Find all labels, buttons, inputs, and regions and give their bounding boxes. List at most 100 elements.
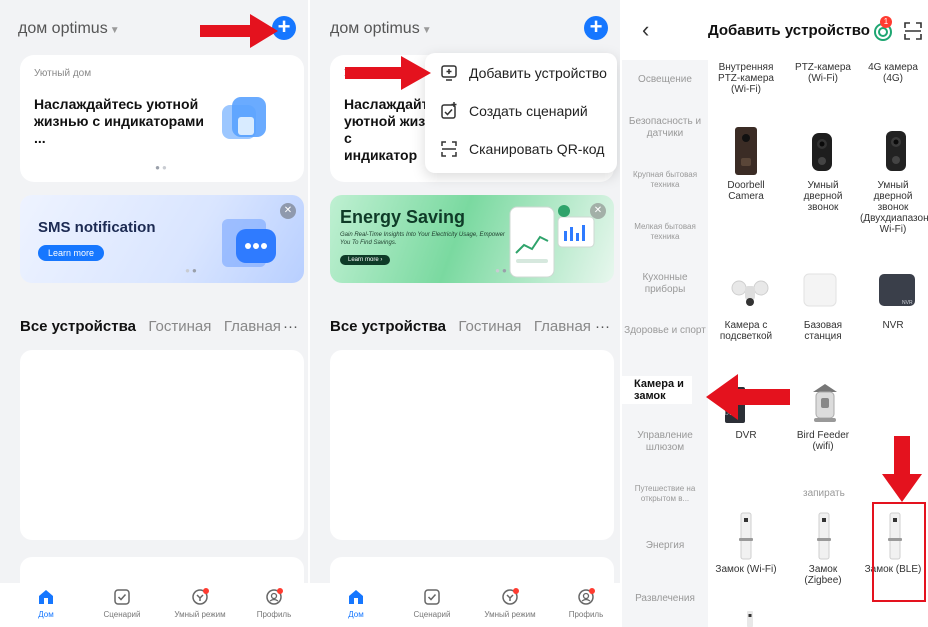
nvr-tag: NVR (902, 300, 913, 306)
back-chevron-icon[interactable]: ‹ (642, 17, 649, 43)
scan-qr-icon[interactable] (902, 20, 924, 42)
category-small-appliances[interactable]: Мелкая бытовая техника (622, 222, 708, 242)
tab-main[interactable]: Главная (224, 318, 281, 335)
nav-label: Дом (348, 610, 364, 619)
tab-living-room[interactable]: Гостиная (458, 318, 521, 335)
bottom-nav: Дом Сценарий Умный режим Профиль (310, 583, 620, 627)
home-selector[interactable]: дом optimus ▼ (18, 20, 120, 38)
category-camera-lock[interactable]: Камера и замок (622, 376, 692, 404)
menu-item-scan-qr[interactable]: Сканировать QR-код (439, 137, 609, 165)
device-base-station[interactable]: Базовая станция (790, 320, 856, 342)
carousel-dots: ●● (155, 163, 169, 172)
sms-banner-title: SMS notification (38, 219, 156, 236)
nav-home[interactable]: Дом (318, 587, 394, 619)
lock-zigbee-image-icon (817, 512, 831, 560)
close-icon[interactable]: ✕ (590, 203, 606, 219)
sms-banner[interactable]: SMS notification Learn more ✕ ●● (20, 195, 304, 283)
device-4g-camera[interactable]: 4G камера (4G) (860, 62, 926, 84)
caret-down-icon: ▼ (421, 25, 432, 36)
device-smart-doorbell-dualband[interactable]: Умный дверной звонок (Двухдиапазонный Wi… (860, 180, 928, 235)
create-scene-icon (441, 102, 457, 119)
scan-icon (441, 141, 457, 157)
nav-profile[interactable]: Профиль (548, 587, 620, 619)
device-list-area (330, 350, 614, 540)
red-arrow-left-icon (706, 374, 790, 420)
nav-smart[interactable]: Умный режим (472, 587, 548, 619)
cozy-home-card[interactable]: Уютный дом Наслаждайтесь уютной жизнью с… (20, 55, 304, 182)
menu-item-add-device[interactable]: Добавить устройство (439, 61, 609, 89)
device-lock-wifi[interactable]: Замок (Wi-Fi) (713, 564, 779, 575)
device-floodlight-camera[interactable]: Камера с подсветкой (713, 320, 779, 342)
tab-main[interactable]: Главная (534, 318, 591, 335)
device-nvr[interactable]: NVR (860, 320, 926, 331)
tab-living-room[interactable]: Гостиная (148, 318, 211, 335)
energy-banner-subtitle: Gain Real-Time Insights Into Your Electr… (340, 232, 505, 246)
lock-section-label: запирать (803, 488, 845, 499)
caret-down-icon: ▼ (109, 25, 120, 36)
doorbell-camera-image-icon (735, 127, 757, 175)
top-bar: дом optimus ▼ + (330, 16, 608, 44)
more-icon[interactable]: ··· (595, 318, 610, 335)
menu-item-label: Создать сценарий (469, 103, 588, 119)
energy-saving-banner[interactable]: Energy Saving Gain Real-Time Insights In… (330, 195, 614, 283)
device-smart-doorbell[interactable]: Умный дверной звонок (790, 180, 856, 213)
more-icon[interactable]: ··· (283, 318, 298, 335)
learn-more-button[interactable]: Learn more › (340, 255, 391, 265)
room-tabs: Все устройства Гостиная Главная ··· (20, 318, 302, 340)
profile-icon (578, 588, 595, 605)
device-doorbell-camera[interactable]: Doorbell Camera (713, 180, 779, 202)
learn-more-button[interactable]: Learn more (38, 245, 105, 261)
home-screen-menu-panel: дом optimus▼ + У Наслаждайт уютной жиз с… (310, 0, 620, 627)
nav-scenes[interactable]: Сценарий (394, 587, 470, 619)
room-tabs: Все устройства Гостиная Главная ··· (330, 318, 614, 340)
add-button[interactable]: + (584, 16, 608, 40)
tab-all-devices[interactable]: Все устройства (330, 318, 446, 335)
device-indoor-ptz-camera[interactable]: Внутренняя PTZ-камера (Wi-Fi) (713, 62, 779, 95)
red-arrow-down-icon (882, 436, 922, 502)
add-device-icon (441, 65, 457, 81)
home-name: дом optimus (18, 20, 108, 37)
category-lighting[interactable]: Освещение (622, 74, 708, 86)
profile-icon (266, 588, 283, 605)
device-dvr[interactable]: DVR (713, 430, 779, 441)
category-entertainment[interactable]: Развлечения (622, 593, 708, 605)
tab-all-devices[interactable]: Все устройства (20, 318, 136, 335)
nav-label: Умный режим (174, 610, 226, 619)
device-lock-zigbee[interactable]: Замок (Zigbee) (790, 564, 856, 586)
home-selector[interactable]: дом optimus ▼ (330, 20, 432, 38)
category-security[interactable]: Безопасность и датчики (622, 116, 708, 140)
floodlight-camera-image-icon (731, 280, 769, 306)
close-icon[interactable]: ✕ (280, 203, 296, 219)
smart-mode-icon (502, 588, 519, 605)
device-ptz-camera[interactable]: PTZ-камера (Wi-Fi) (790, 62, 856, 84)
add-menu-popup: Добавить устройство Создать сценарий Ска… (425, 53, 617, 173)
category-outdoor[interactable]: Путешествие на открытом в... (622, 484, 708, 504)
menu-item-create-scene[interactable]: Создать сценарий (439, 99, 609, 127)
device-bird-feeder[interactable]: Bird Feeder (wifi) (790, 430, 856, 452)
cozy-card-label: Уютный дом (34, 68, 92, 79)
home-screen-panel: дом optimus ▼ + Уютный дом Наслаждайтесь … (0, 0, 308, 627)
nav-scenes[interactable]: Сценарий (84, 587, 160, 619)
smart-doorbell-dualband-image-icon (886, 131, 906, 171)
category-kitchen[interactable]: Кухонные приборы (622, 272, 708, 296)
category-sidebar: Освещение Безопасность и датчики Крупная… (622, 60, 708, 627)
category-large-appliances[interactable]: Крупная бытовая техника (622, 170, 708, 190)
scene-check-icon (424, 589, 440, 605)
nav-home[interactable]: Дом (8, 587, 84, 619)
cozy-card-title: Наслаждайтесь уютной жизнью с индикатора… (34, 96, 204, 146)
category-health[interactable]: Здоровье и спорт (622, 325, 708, 337)
smart-doorbell-image-icon (812, 133, 832, 171)
carousel-dots: ●● (495, 266, 509, 275)
home-icon (349, 590, 363, 604)
nav-profile[interactable]: Профиль (236, 587, 308, 619)
nav-smart[interactable]: Умный режим (162, 587, 238, 619)
lock-next-image-icon (747, 611, 753, 627)
nav-label: Сценарий (413, 610, 451, 619)
menu-item-label: Добавить устройство (469, 65, 607, 81)
category-energy[interactable]: Энергия (622, 540, 708, 552)
base-station-image-icon (803, 273, 837, 307)
nav-label: Умный режим (484, 610, 536, 619)
category-gateway[interactable]: Управление шлюзом (622, 430, 708, 454)
nav-label: Сценарий (103, 610, 141, 619)
house-illustration-icon (222, 97, 266, 139)
